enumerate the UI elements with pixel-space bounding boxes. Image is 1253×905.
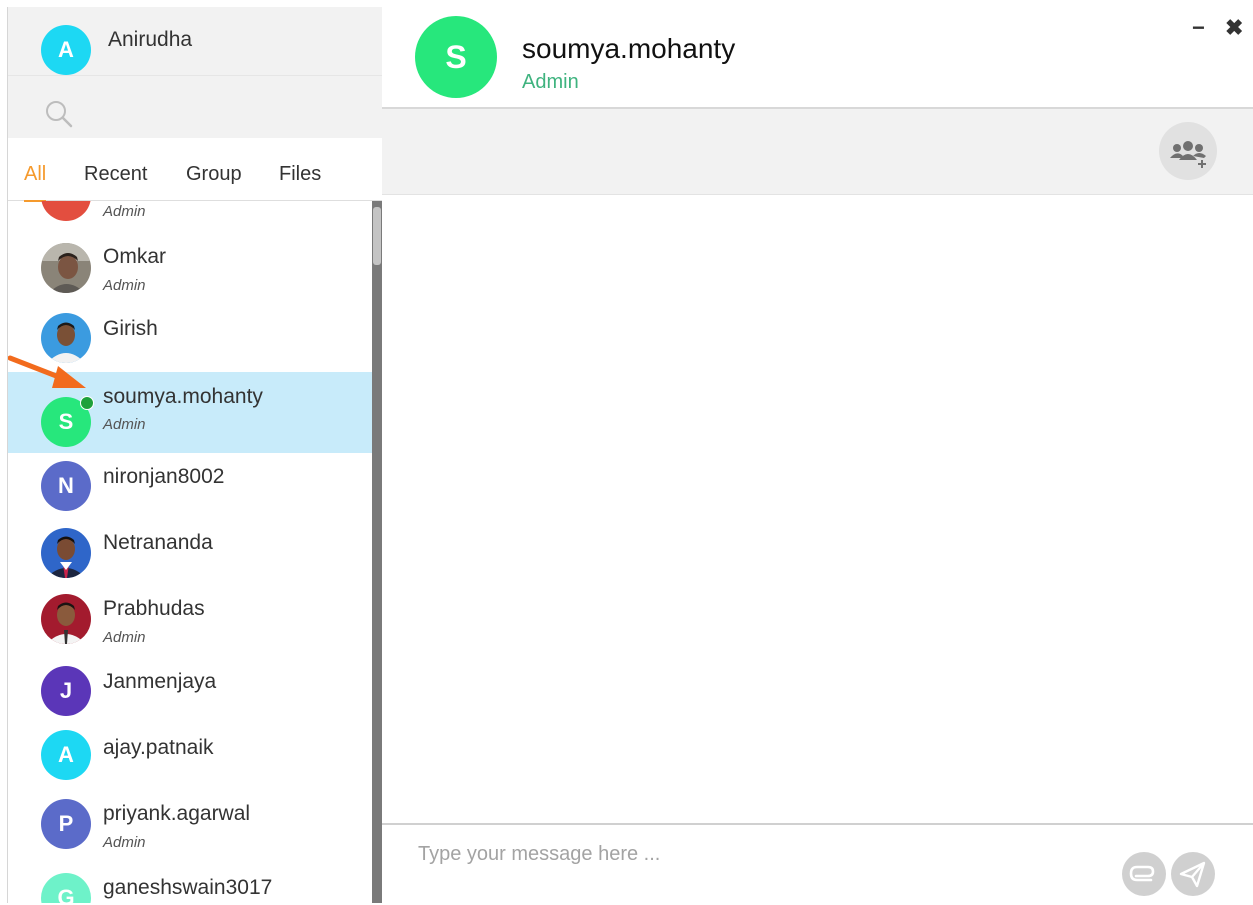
send-icon <box>1179 861 1206 888</box>
contact-name: Omkar <box>103 245 166 268</box>
chat-toolbar <box>382 109 1253 195</box>
search-icon[interactable] <box>44 99 74 129</box>
current-user-avatar: A <box>41 25 91 75</box>
contact-role: Admin <box>103 416 146 433</box>
contact-role: Admin <box>103 277 146 294</box>
contact-photo-avatar <box>41 243 91 293</box>
contact-name: priyank.agarwal <box>103 802 251 825</box>
contact-role: Admin <box>103 203 146 220</box>
contact-name: soumya.mohanty <box>103 385 263 408</box>
contact-avatar: A <box>41 730 91 780</box>
contact-name: Prabhudas <box>103 597 205 620</box>
contact-item[interactable]: P priyank.agarwal Admin <box>8 786 372 856</box>
contact-avatar: G <box>41 873 91 903</box>
contact-name: Girish <box>103 317 158 340</box>
close-button[interactable]: ✖ <box>1225 15 1243 41</box>
contact-name: ajay.patnaik <box>103 736 214 759</box>
online-status-indicator <box>80 396 94 410</box>
message-input[interactable] <box>416 841 1100 885</box>
contact-name: nironjan8002 <box>103 465 225 488</box>
contact-item[interactable]: N nironjan8002 <box>8 454 372 520</box>
contact-avatar: J <box>41 666 91 716</box>
chat-partner-name: soumya.mohanty <box>522 33 736 64</box>
attach-button[interactable] <box>1122 852 1166 896</box>
group-add-icon <box>1170 141 1206 168</box>
tab-group[interactable]: Group <box>186 163 242 186</box>
contact-photo-avatar <box>41 594 91 644</box>
contact-role: Admin <box>103 629 146 646</box>
paperclip-icon <box>1129 865 1155 882</box>
contact-avatar: P <box>41 799 91 849</box>
scrollbar-thumb[interactable] <box>373 207 381 265</box>
add-group-button[interactable] <box>1159 122 1217 180</box>
tab-recent[interactable]: Recent <box>84 163 147 186</box>
contact-name: Netrananda <box>103 531 213 554</box>
contact-item[interactable]: Prabhudas Admin <box>8 587 372 653</box>
contact-item[interactable]: A ajay.patnaik <box>8 721 372 787</box>
search-bar <box>8 75 382 139</box>
contact-role: Admin <box>103 834 146 851</box>
contact-avatar: N <box>41 461 91 511</box>
message-area[interactable] <box>382 195 1253 823</box>
send-button[interactable] <box>1171 852 1215 896</box>
search-input[interactable] <box>84 92 358 126</box>
tab-bar: All Recent Group Files <box>8 138 382 202</box>
message-composer <box>382 823 1253 905</box>
current-user-name: Anirudha <box>108 28 193 51</box>
contact-item[interactable]: G ganeshswain3017 <box>8 861 372 903</box>
contact-list: Admin Omkar Admin Girish S soumya.mohant… <box>8 201 372 903</box>
minimize-button[interactable]: − <box>1192 15 1205 41</box>
contact-item[interactable]: J Janmenjaya <box>8 653 372 719</box>
tab-all[interactable]: All <box>24 163 47 202</box>
arrow-annotation-icon <box>8 355 86 388</box>
contact-item[interactable]: Omkar Admin <box>8 237 372 303</box>
current-user[interactable]: A Anirudha <box>8 7 382 75</box>
sidebar: A Anirudha All Recent Group Files Admin <box>7 7 383 903</box>
chat-header: S soumya.mohanty Admin − ✖ <box>382 7 1253 109</box>
contact-avatar <box>41 201 91 221</box>
chat-partner-avatar: S <box>415 16 497 98</box>
contact-name: ganeshswain3017 <box>103 876 273 899</box>
tab-files[interactable]: Files <box>279 163 321 186</box>
contact-name: Janmenjaya <box>103 670 217 693</box>
contact-photo-avatar <box>41 528 91 578</box>
contact-item[interactable]: Admin <box>8 201 372 225</box>
contact-item[interactable]: Netrananda <box>8 521 372 587</box>
chat-partner-role: Admin <box>522 71 579 93</box>
contact-list-scrollbar[interactable] <box>372 201 382 903</box>
